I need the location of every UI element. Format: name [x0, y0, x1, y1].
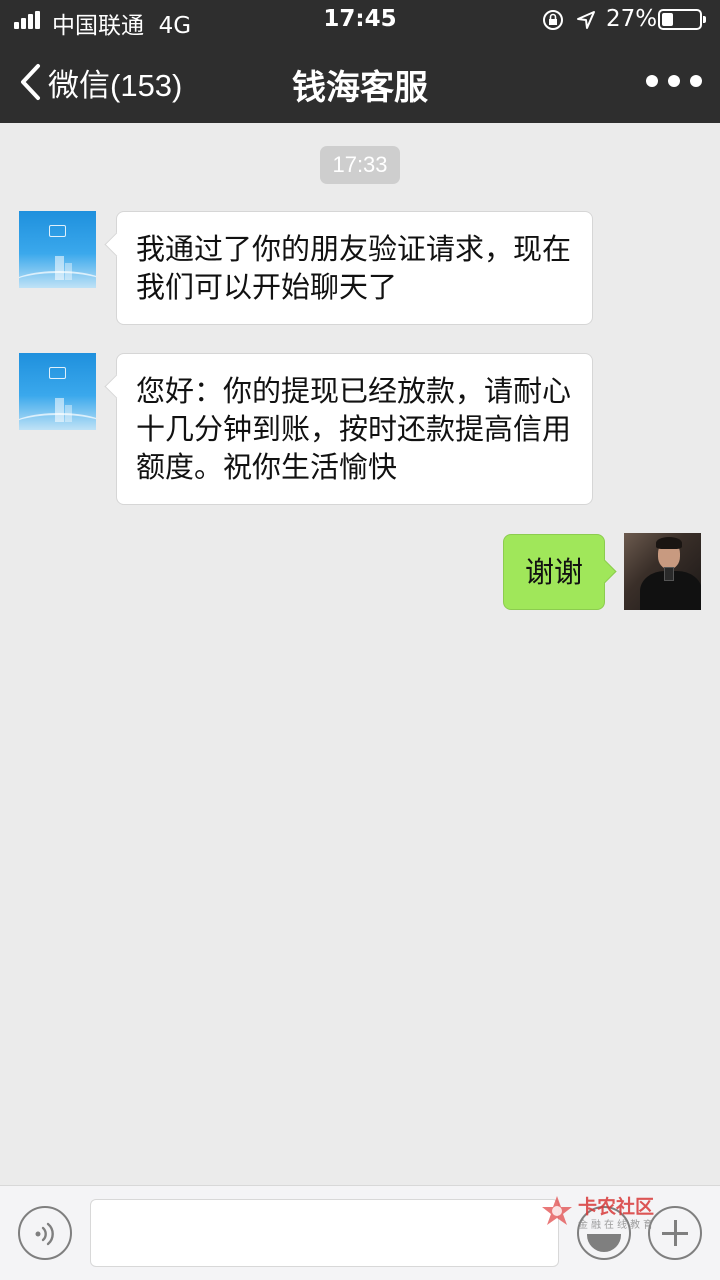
battery-level — [662, 13, 673, 26]
voice-waves — [35, 1222, 54, 1246]
nav-bar: 微信(153) 钱海客服 — [0, 40, 720, 123]
message-timestamp: 17:33 — [320, 146, 400, 184]
rotation-lock-icon — [543, 10, 563, 30]
back-label: 微信(153) — [48, 67, 183, 103]
contact-avatar[interactable] — [19, 211, 96, 288]
voice-icon[interactable] — [18, 1206, 72, 1260]
message-input[interactable] — [90, 1199, 559, 1267]
back-button[interactable]: 微信(153) — [18, 60, 182, 104]
location-icon — [577, 11, 595, 29]
outgoing-message[interactable]: 谢谢 — [503, 534, 605, 610]
chevron-left-icon — [21, 64, 40, 100]
input-bar — [0, 1185, 720, 1280]
plus-icon[interactable] — [648, 1206, 702, 1260]
battery-percent: 27% — [606, 6, 658, 32]
contact-avatar[interactable] — [19, 353, 96, 430]
battery-icon — [658, 9, 706, 30]
user-avatar[interactable] — [624, 533, 701, 610]
status-bar: 中国联通 4G 17:45 27% — [0, 0, 720, 40]
more-dots-icon[interactable] — [646, 68, 702, 94]
emoji-icon[interactable] — [577, 1206, 631, 1260]
incoming-message[interactable]: 我通过了你的朋友验证请求，现在我们可以开始聊天了 — [116, 211, 593, 325]
incoming-message[interactable]: 您好：你的提现已经放款，请耐心十几分钟到账，按时还款提高信用额度。祝你生活愉快 — [116, 353, 593, 505]
